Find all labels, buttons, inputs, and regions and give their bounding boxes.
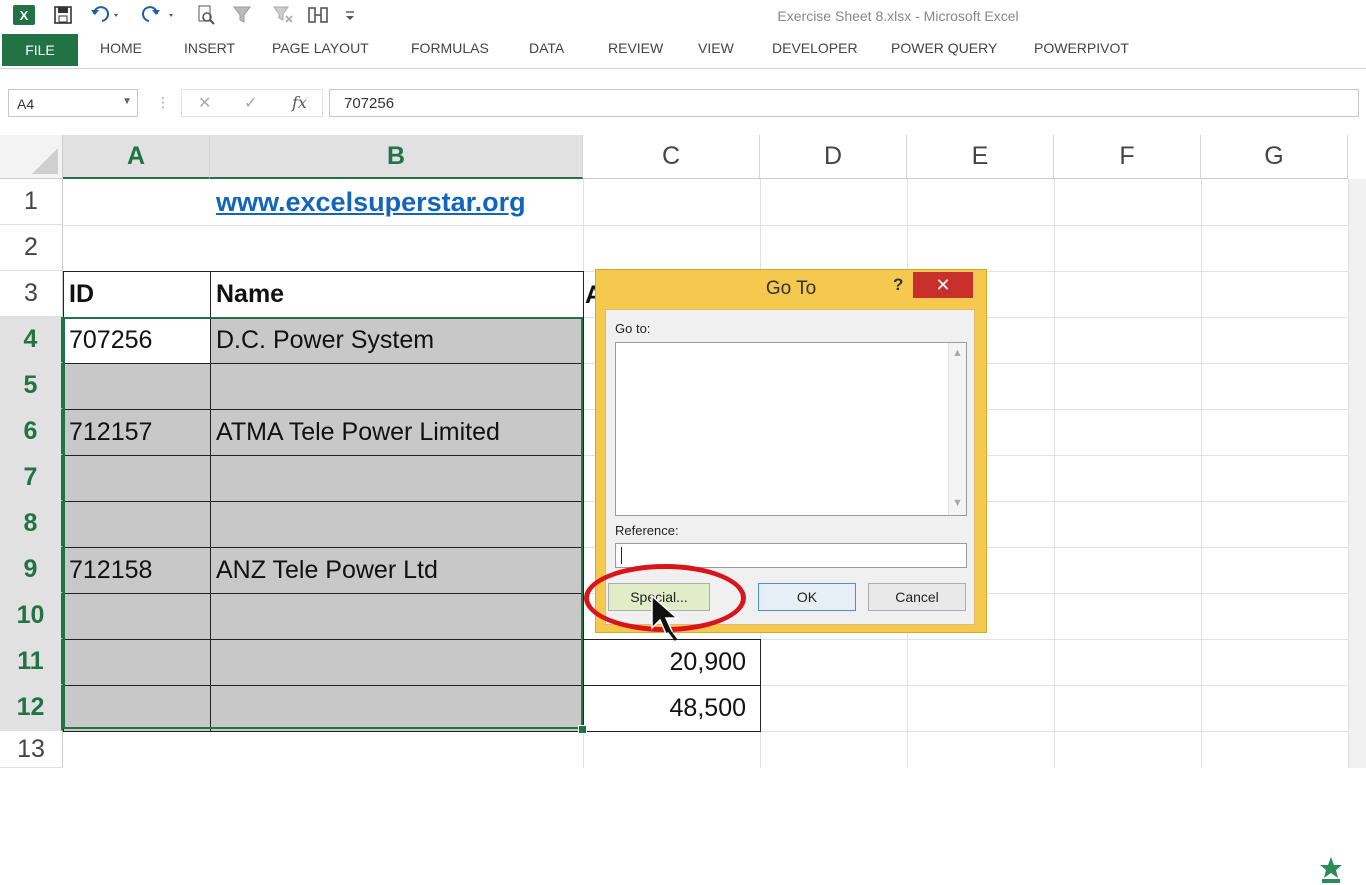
cell-a7[interactable] [63,455,211,502]
cell-b6[interactable]: ATMA Tele Power Limited [210,409,584,456]
tab-page-layout[interactable]: PAGE LAYOUT [272,40,369,56]
cell-b3[interactable]: Name [210,271,584,318]
row-header-4[interactable]: 4 [0,317,63,363]
cell-b4[interactable]: D.C. Power System [210,317,584,364]
row-header-8[interactable]: 8 [0,501,63,547]
column-header-b[interactable]: B [210,135,583,179]
goto-dialog: Go To ? ✕ Go to: ▲ ▼ Reference: Special.… [596,270,986,632]
row-header-5[interactable]: 5 [0,363,63,409]
row-header-3[interactable]: 3 [0,271,63,317]
tab-data[interactable]: DATA [529,40,564,56]
cell-a12[interactable] [63,685,211,732]
row-header-2[interactable]: 2 [0,225,63,271]
formula-bar: A4 ▼ ⋮ ✕ ✓ fx 707256 [0,80,1366,126]
list-scrollbar[interactable]: ▲ ▼ [948,343,966,515]
goto-list[interactable]: ▲ ▼ [615,342,967,516]
cell-a3[interactable]: ID [63,271,211,318]
excel-superstar-logo [1320,857,1342,883]
close-icon[interactable]: ✕ [913,272,973,298]
enter-icon[interactable]: ✓ [244,93,257,113]
vertical-dots-icon: ⋮ [156,94,170,110]
cancel-icon[interactable]: ✕ [198,93,211,113]
cell-a8[interactable] [63,501,211,548]
window-title: Exercise Sheet 8.xlsx - Microsoft Excel [777,8,1019,24]
tab-powerpivot[interactable]: POWERPIVOT [1034,40,1129,56]
row-header-10[interactable]: 10 [0,593,63,639]
insert-function-icon[interactable]: fx [292,93,307,112]
column-header-d[interactable]: D [760,135,907,179]
cell-a10[interactable] [63,593,211,640]
tab-review[interactable]: REVIEW [608,40,663,56]
scroll-up-icon[interactable]: ▲ [952,347,963,359]
reference-input[interactable] [615,543,967,568]
chevron-down-icon[interactable]: ▼ [122,96,132,107]
name-box[interactable]: A4 ▼ [8,89,138,117]
ok-button[interactable]: OK [758,583,856,611]
tab-formulas[interactable]: FORMULAS [411,40,489,56]
cell-b10[interactable] [210,593,584,640]
cell-b12[interactable] [210,685,584,732]
cell-a5[interactable] [63,363,211,410]
website-link[interactable]: www.excelsuperstar.org [216,187,526,218]
formula-buttons: ✕ ✓ fx [181,89,323,117]
cell-b8[interactable] [210,501,584,548]
row-header-12[interactable]: 12 [0,685,63,731]
column-header-a[interactable]: A [63,135,210,179]
tab-file[interactable]: FILE [2,34,78,66]
formula-input[interactable]: 707256 [329,89,1359,117]
title-bar: X Exercise Sheet 8.xlsx - Microsoft Exce… [0,0,1366,32]
cell-b11[interactable] [210,639,584,686]
cell-c12[interactable]: 48,500 [583,685,761,732]
fill-handle[interactable] [578,725,587,734]
cell-b7[interactable] [210,455,584,502]
tab-insert[interactable]: INSERT [184,40,235,56]
row-header-7[interactable]: 7 [0,455,63,501]
row-header-11[interactable]: 11 [0,639,63,685]
tab-developer[interactable]: DEVELOPER [772,40,858,56]
mouse-cursor-icon [651,594,679,641]
cancel-button[interactable]: Cancel [868,583,966,611]
row-header-13[interactable]: 13 [0,731,63,768]
help-icon[interactable]: ? [893,275,903,295]
name-box-value: A4 [17,96,35,112]
tab-view[interactable]: VIEW [698,40,734,56]
column-header-f[interactable]: F [1054,135,1201,179]
select-all-button[interactable] [0,135,63,179]
column-header-e[interactable]: E [907,135,1054,179]
column-header-c[interactable]: C [583,135,760,179]
cell-b9[interactable]: ANZ Tele Power Ltd [210,547,584,594]
tab-power-query[interactable]: POWER QUERY [891,40,997,56]
cell-b5[interactable] [210,363,584,410]
reference-label: Reference: [615,523,679,538]
ribbon-tab-bar: FILE HOME INSERT PAGE LAYOUT FORMULAS DA… [0,32,1366,69]
cell-a11[interactable] [63,639,211,686]
cell-a4[interactable]: 707256 [63,317,211,364]
scroll-down-icon[interactable]: ▼ [952,497,963,509]
row-header-6[interactable]: 6 [0,409,63,455]
cell-c11[interactable]: 20,900 [583,639,761,686]
goto-label: Go to: [615,321,651,336]
row-header-1[interactable]: 1 [0,179,63,225]
vertical-scrollbar[interactable] [1348,179,1366,768]
row-header-9[interactable]: 9 [0,547,63,593]
cell-a6[interactable]: 712157 [63,409,211,456]
tab-home[interactable]: HOME [100,40,142,56]
dialog-body: Go to: ▲ ▼ Reference: Special... OK Canc… [605,309,975,625]
cell-a9[interactable]: 712158 [63,547,211,594]
column-header-g[interactable]: G [1201,135,1348,179]
